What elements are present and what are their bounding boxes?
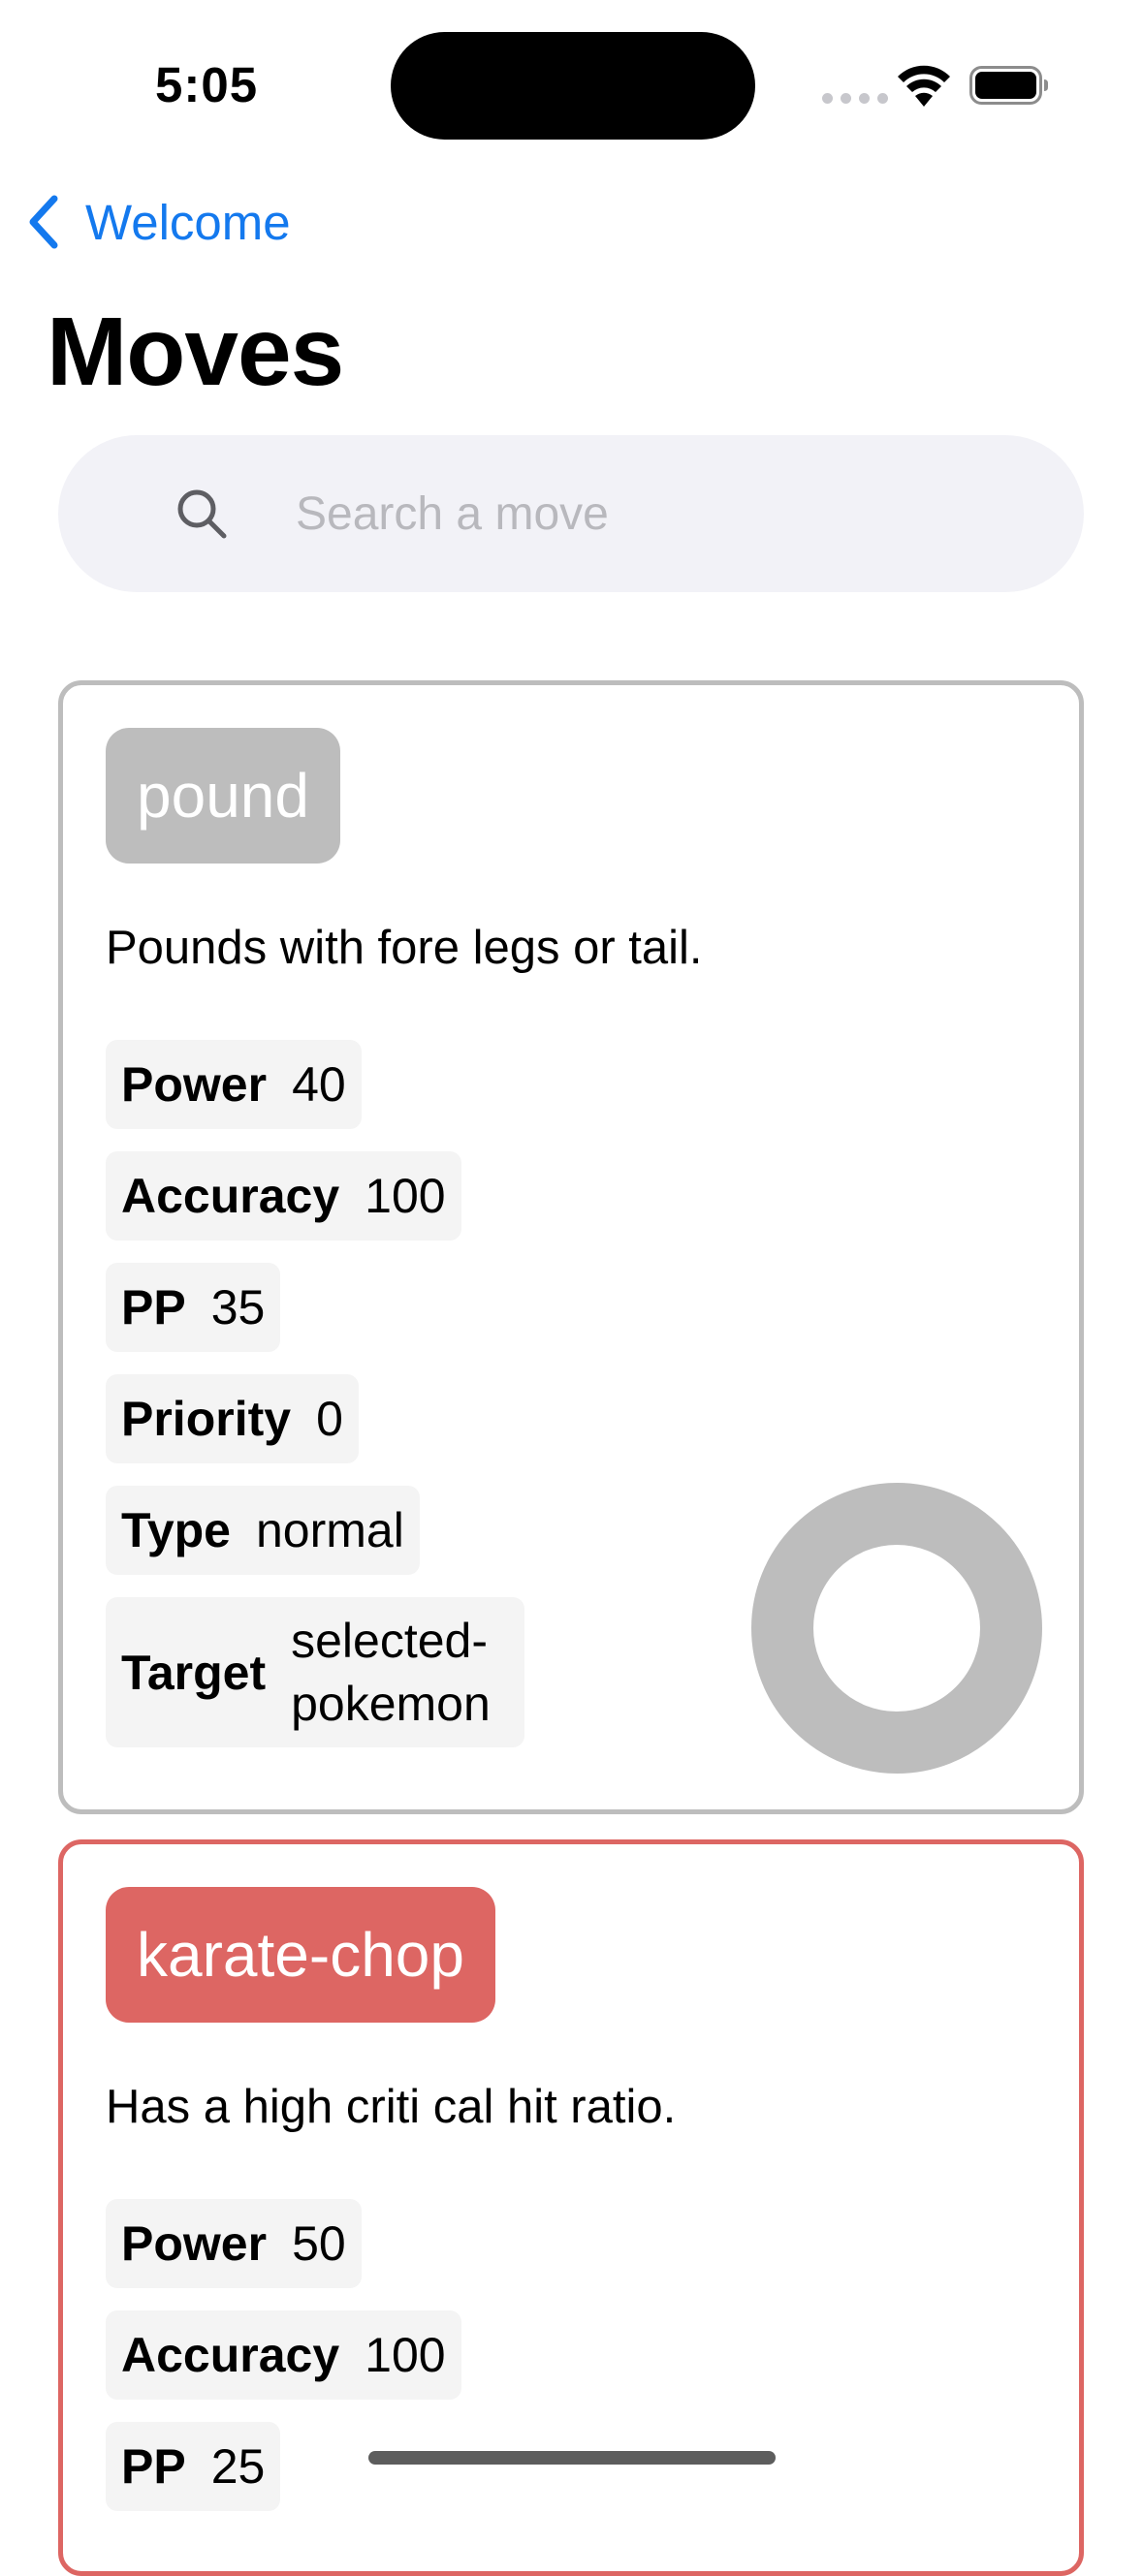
search-bar[interactable]	[58, 435, 1084, 592]
stat-value: 40	[292, 1056, 346, 1112]
move-card-pound[interactable]: pound Pounds with fore legs or tail. Pow…	[58, 680, 1084, 1814]
stat-value: 25	[210, 2438, 266, 2494]
battery-icon	[969, 66, 1048, 105]
wifi-icon	[898, 65, 950, 107]
stat-value: selected-pokemon	[291, 1613, 491, 1731]
stat-value: 50	[292, 2215, 346, 2271]
move-stats: Power 50 Accuracy 100 PP 25	[106, 2199, 461, 2533]
search-icon	[177, 489, 227, 539]
stat-pp: PP 25	[106, 2422, 281, 2511]
move-name-badge: pound	[106, 728, 340, 864]
stat-value: 100	[365, 1168, 446, 1223]
back-button[interactable]: Welcome	[23, 190, 291, 254]
stat-label: Priority	[121, 1392, 292, 1446]
stat-label: Target	[121, 1645, 267, 1700]
stat-priority: Priority 0	[106, 1374, 359, 1463]
page-title: Moves	[47, 298, 344, 406]
status-time: 5:05	[155, 57, 259, 112]
stat-power: Power 50	[106, 2199, 362, 2288]
cellular-signal-icon	[822, 93, 888, 104]
stat-value: 35	[210, 1279, 266, 1335]
dynamic-island	[391, 32, 755, 140]
stat-value: 0	[316, 1391, 343, 1446]
normal-type-ring-icon	[751, 1483, 1042, 1774]
stat-accuracy: Accuracy 100	[106, 2310, 461, 2400]
back-button-label: Welcome	[85, 194, 291, 250]
move-description: Pounds with fore legs or tail.	[106, 922, 703, 974]
stat-label: PP	[121, 2439, 186, 2494]
move-name-badge: karate-chop	[106, 1887, 495, 2023]
stat-label: Accuracy	[121, 1169, 340, 1223]
stat-target: Target selected-pokemon	[106, 1597, 525, 1747]
stat-label: Power	[121, 2216, 268, 2271]
move-description: Has a high criti cal hit ratio.	[106, 2081, 677, 2133]
status-bar: 5:05	[0, 0, 1143, 145]
stat-pp: PP 35	[106, 1263, 281, 1352]
stat-label: Type	[121, 1503, 231, 1557]
move-stats: Power 40 Accuracy 100 PP 35 Priority 0 T…	[106, 1040, 525, 1770]
stat-accuracy: Accuracy 100	[106, 1151, 461, 1241]
move-card-karate-chop[interactable]: karate-chop Has a high criti cal hit rat…	[58, 1839, 1084, 2576]
chevron-left-icon	[29, 195, 58, 249]
home-indicator[interactable]	[368, 2451, 776, 2465]
stat-value: normal	[256, 1502, 404, 1557]
stat-label: PP	[121, 1280, 186, 1335]
search-input[interactable]	[294, 486, 1034, 542]
stat-power: Power 40	[106, 1040, 362, 1129]
stat-label: Accuracy	[121, 2328, 340, 2382]
stat-value: 100	[365, 2327, 446, 2382]
stat-label: Power	[121, 1057, 268, 1112]
stat-type: Type normal	[106, 1486, 420, 1575]
